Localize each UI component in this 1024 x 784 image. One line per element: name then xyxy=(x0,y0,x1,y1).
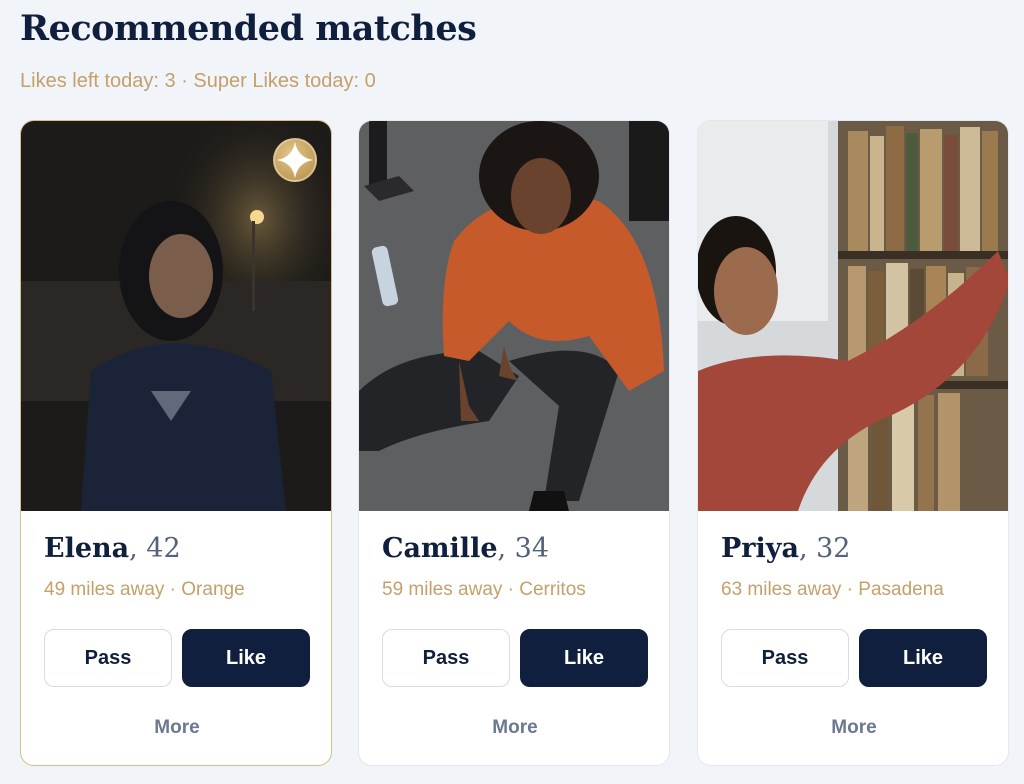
match-name: Camille xyxy=(382,533,498,564)
likes-remaining-text: Likes left today: 3 · Super Likes today:… xyxy=(20,70,376,92)
name-age-line: Camille, 34 xyxy=(382,533,549,564)
card-info: Camille, 34 59 miles away · Cerritos Pas… xyxy=(359,511,669,765)
name-age-line: Priya, 32 xyxy=(721,533,851,564)
like-button[interactable]: Like xyxy=(182,629,310,687)
more-link[interactable]: More xyxy=(359,717,669,739)
match-card-camille[interactable]: Camille, 34 59 miles away · Cerritos Pas… xyxy=(358,120,670,766)
match-location: 63 miles away · Pasadena xyxy=(721,579,944,600)
match-location: 49 miles away · Orange xyxy=(44,579,245,600)
pass-button[interactable]: Pass xyxy=(44,629,172,687)
match-name: Elena xyxy=(44,533,130,564)
more-link[interactable]: More xyxy=(698,717,1008,739)
more-link[interactable]: More xyxy=(21,717,331,739)
pass-button[interactable]: Pass xyxy=(382,629,510,687)
profile-photo[interactable] xyxy=(21,121,331,511)
match-age: , 42 xyxy=(129,533,181,564)
profile-photo[interactable] xyxy=(698,121,1008,511)
pass-button[interactable]: Pass xyxy=(721,629,849,687)
match-age: , 34 xyxy=(497,533,550,564)
match-age: , 32 xyxy=(798,533,851,564)
like-button[interactable]: Like xyxy=(520,629,648,687)
card-info: Priya, 32 63 miles away · Pasadena Pass … xyxy=(698,511,1008,765)
match-name: Priya xyxy=(721,533,799,564)
profile-photo[interactable] xyxy=(359,121,669,511)
super-like-badge xyxy=(273,138,317,182)
page-title: Recommended matches xyxy=(20,8,477,49)
match-card-elena[interactable]: Elena, 42 49 miles away · Orange Pass Li… xyxy=(20,120,332,766)
match-card-priya[interactable]: Priya, 32 63 miles away · Pasadena Pass … xyxy=(697,120,1009,766)
like-button[interactable]: Like xyxy=(859,629,987,687)
card-info: Elena, 42 49 miles away · Orange Pass Li… xyxy=(21,511,331,765)
sparkle-icon xyxy=(276,141,314,179)
name-age-line: Elena, 42 xyxy=(44,533,181,564)
match-location: 59 miles away · Cerritos xyxy=(382,579,586,600)
